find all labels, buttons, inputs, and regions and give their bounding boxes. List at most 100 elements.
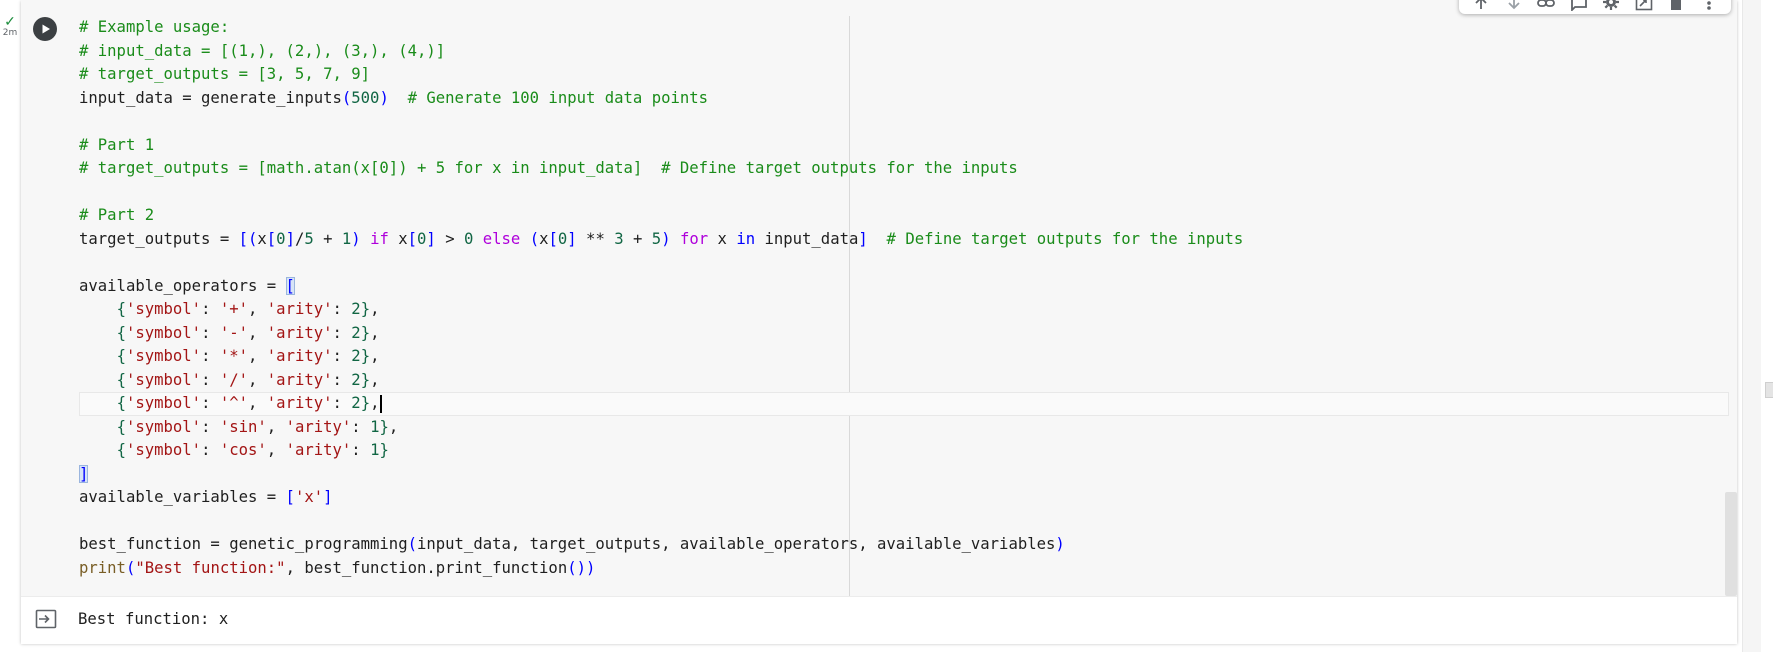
code-cell[interactable]: # Example usage: # input_data = [(1,), (2… [21, 0, 1737, 644]
code-token: : [332, 370, 352, 389]
code-token: [ [407, 229, 418, 248]
code-line[interactable]: # target_outputs = [math.atan(x[0]) + 5 … [79, 157, 1729, 181]
page-scrollbar[interactable] [1742, 0, 1761, 652]
code-line[interactable]: available_variables = ['x'] [79, 486, 1729, 510]
code-line[interactable] [79, 181, 1729, 205]
code-token: ( [529, 229, 540, 248]
code-token: 'arity' [285, 417, 352, 436]
code-line[interactable]: {'symbol': '-', 'arity': 2}, [79, 322, 1729, 346]
code-editor[interactable]: # Example usage: # input_data = [(1,), (2… [79, 16, 1729, 596]
code-token: 'arity' [266, 300, 333, 318]
code-token: ** [576, 229, 615, 248]
code-token: 0 [276, 229, 286, 248]
code-line[interactable]: {'symbol': '*', 'arity': 2}, [79, 345, 1729, 369]
code-editor-area[interactable]: # Example usage: # input_data = [(1,), (2… [21, 0, 1737, 596]
code-line[interactable]: # target_outputs = [3, 5, 7, 9] [79, 63, 1729, 87]
code-line[interactable]: {'symbol': '+', 'arity': 2}, [79, 298, 1729, 322]
output-icon[interactable] [35, 609, 57, 634]
code-line[interactable]: # Part 1 [79, 134, 1729, 158]
code-token: 2 [351, 394, 361, 412]
run-cell-button[interactable] [33, 17, 57, 41]
code-token: { [116, 417, 126, 436]
code-line[interactable]: # Example usage: [79, 16, 1729, 40]
move-down-icon[interactable] [1503, 0, 1525, 11]
code-token: : [332, 300, 352, 318]
code-token: best_function = genetic_programming [79, 535, 408, 553]
code-line[interactable]: input_data = generate_inputs(500) # Gene… [79, 87, 1729, 111]
code-token: 'sin' [219, 417, 267, 436]
play-icon [42, 24, 50, 34]
cell-scroll-thumb[interactable] [1725, 492, 1737, 596]
code-token: # Part 1 [79, 135, 155, 154]
code-token: '^' [219, 394, 249, 412]
code-token: { [116, 441, 126, 459]
code-token: # Define target outputs for the inputs [886, 229, 1244, 248]
code-line[interactable]: # input_data = [(1,), (2,), (3,), (4,)] [79, 40, 1729, 64]
code-line[interactable] [79, 110, 1729, 134]
code-token: } [360, 394, 371, 412]
code-token: ( [341, 88, 352, 107]
code-token: print [79, 558, 126, 577]
code-token: '/' [219, 370, 249, 389]
check-icon: ✓ [4, 13, 16, 29]
code-line[interactable]: # Part 2 [79, 204, 1729, 228]
code-token: ) [661, 229, 671, 248]
output-text: Best function: x [78, 610, 229, 628]
code-token: 0 [417, 229, 427, 248]
code-token: 'x' [294, 488, 324, 506]
code-token: available_variables = [79, 488, 286, 506]
code-token: 'symbol' [125, 394, 202, 412]
code-line[interactable]: {'symbol': '^', 'arity': 2}, [79, 392, 1729, 416]
code-token: # input_data = [(1,), (2,), (3,), (4,)] [79, 41, 446, 60]
code-token: ( [407, 535, 417, 553]
code-line[interactable] [79, 251, 1729, 275]
code-token: x [257, 229, 267, 248]
code-token: for [679, 229, 709, 248]
code-token: , [370, 394, 380, 412]
code-token: input_data = generate_inputs [79, 88, 342, 107]
code-token: , [370, 323, 380, 342]
code-line[interactable]: available_operators = [ [79, 275, 1729, 299]
code-line[interactable]: {'symbol': 'sin', 'arity': 1}, [79, 416, 1729, 440]
code-token: } [360, 300, 371, 318]
code-token: input_data [755, 229, 859, 248]
code-token: x [539, 229, 549, 248]
code-token: , [266, 417, 286, 436]
code-line[interactable]: {'symbol': '/', 'arity': 2}, [79, 369, 1729, 393]
gear-icon[interactable] [1600, 0, 1622, 11]
code-token: 'arity' [266, 370, 333, 389]
code-token: [ [285, 276, 295, 295]
code-token: # Example usage: [79, 18, 230, 36]
comment-icon[interactable] [1568, 0, 1590, 11]
text-cursor [380, 394, 383, 413]
code-line[interactable]: best_function = genetic_programming(inpu… [79, 533, 1729, 557]
mirror-cell-icon[interactable] [1633, 0, 1655, 11]
link-icon[interactable] [1535, 0, 1557, 11]
code-line[interactable]: ] [79, 463, 1729, 487]
code-token: '-' [219, 323, 249, 342]
code-token: 'symbol' [125, 323, 202, 342]
code-token: 2 [351, 323, 361, 342]
code-line[interactable]: {'symbol': 'cos', 'arity': 1} [79, 439, 1729, 463]
code-token: : [351, 441, 371, 459]
delete-icon[interactable] [1665, 0, 1687, 11]
code-token: [( [238, 229, 258, 248]
code-token: : [332, 323, 352, 342]
more-vert-icon[interactable] [1698, 0, 1720, 11]
code-line[interactable]: target_outputs = [(x[0]/5 + 1) if x[0] >… [79, 228, 1729, 252]
code-token: else [482, 229, 521, 248]
move-up-icon[interactable] [1470, 0, 1492, 11]
code-token: # target_outputs = [3, 5, 7, 9] [79, 65, 371, 83]
code-line[interactable] [79, 510, 1729, 534]
code-token: 'symbol' [125, 347, 202, 365]
code-line[interactable]: print("Best function:", best_function.pr… [79, 557, 1729, 581]
code-token: , [248, 394, 267, 412]
code-token: 3 [614, 229, 624, 248]
code-token: { [116, 300, 126, 318]
